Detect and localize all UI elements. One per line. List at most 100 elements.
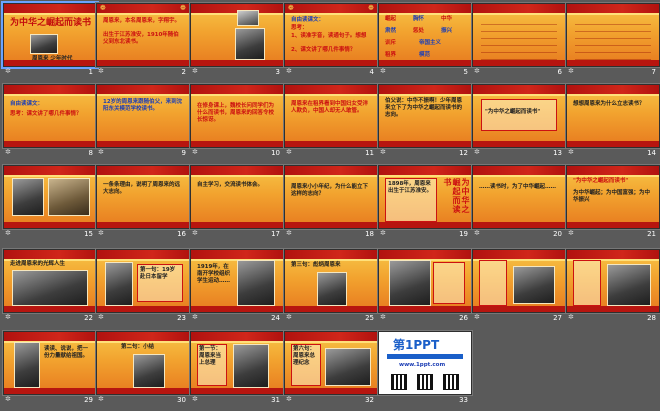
slide-thumbnail[interactable]: [472, 3, 566, 67]
slide-thumbnail[interactable]: 一条条理由，说明了周恩来的远大志向。: [96, 165, 190, 229]
slide-22[interactable]: 走进周恩来的光辉人生 ✲ 22: [3, 249, 99, 329]
star-icon: ✲: [380, 229, 386, 237]
slide-12[interactable]: 伯父说：中华不振啊！少年周恩来立下了为中华之崛起而读书的志向。 ✲ 12: [378, 84, 474, 164]
slide-thumbnail[interactable]: [472, 249, 566, 313]
slide-thumbnail[interactable]: 第二句：小结: [96, 331, 190, 395]
slide-thumbnail[interactable]: [378, 249, 472, 313]
slide-thumbnail[interactable]: 第一节：周恩来当上总理: [190, 331, 284, 395]
slide-13[interactable]: "为中华之崛起而读书" ✲ 13: [472, 84, 568, 164]
slide-thumbnail[interactable]: ❁ ❁ 周恩来，本名周恩来，字翔宇。 出生于江苏淮安，1910年随伯父到东北读书…: [96, 3, 190, 67]
slide-photo: [133, 354, 165, 388]
slide-top-band: [379, 166, 471, 177]
slide-15[interactable]: ✲ 15: [3, 165, 99, 245]
slide-17[interactable]: 自主学习，交流读书体会。 ✲ 17: [190, 165, 286, 245]
slide-32[interactable]: 第六句：周恩来总理纪念 ✲ 32: [284, 331, 380, 411]
slide-25[interactable]: 第三句：彪炳周恩来 ✲ 25: [284, 249, 380, 329]
slide-18[interactable]: 周恩来小小年纪，为什么能立下这样的志向？ ✲ 18: [284, 165, 380, 245]
slide-thumbnail[interactable]: 第1PPT www.1ppt.com: [378, 331, 472, 395]
slide-thumbnail[interactable]: [190, 3, 284, 67]
slide-30[interactable]: 第二句：小结 ✲ 30: [96, 331, 192, 411]
slide-text: 伯父说：中华不振啊！少年周恩来立下了为中华之崛起而读书的志向。: [385, 98, 463, 118]
slide-29[interactable]: 读读、说说，把一份力量献给祖国。 ✲ 29: [3, 331, 99, 411]
slide-text: 第一句：19岁赴日本留学: [140, 267, 176, 280]
slide-text: 读读、说说，把一份力量献给祖国。: [44, 346, 89, 359]
slide-number: 11: [365, 149, 374, 157]
slide-thumbnail[interactable]: 第一句：19岁赴日本留学: [96, 249, 190, 313]
slide-thumbnail[interactable]: 自主学习，交流读书体会。: [190, 165, 284, 229]
slide-7[interactable]: ✲ 7: [566, 3, 660, 83]
slide-thumbnail[interactable]: 1898年，周恩来出生于江苏淮安。 为中华之崛起而读书: [378, 165, 472, 229]
slide-thumbnail[interactable]: ……读书时，为了中华崛起……: [472, 165, 566, 229]
slide-1[interactable]: 为中华之崛起而读书 周恩来 少年时代 ✲ 1: [1, 1, 99, 83]
slide-top-band: [473, 85, 565, 96]
slide-text: 在修身课上，魏校长问同学们为什么而读书，周恩来的回答令校长惊讶。: [197, 103, 275, 123]
slide-top-band: [285, 250, 377, 261]
slide-top-band: [285, 85, 377, 96]
slide-thumbnail[interactable]: "为中华之崛起而读书": [472, 84, 566, 148]
slide-10[interactable]: 在修身课上，魏校长问同学们为什么而读书，周恩来的回答令校长惊讶。 ✲ 10: [190, 84, 286, 164]
slide-bottom-band: [285, 388, 377, 394]
slide-3[interactable]: ✲ 3: [190, 3, 286, 83]
slide-26[interactable]: ✲ 26: [378, 249, 474, 329]
slide-19[interactable]: 1898年，周恩来出生于江苏淮安。 为中华之崛起而读书 ✲ 19: [378, 165, 474, 245]
slide-4[interactable]: ❁ ❁ 自由读课文： 思考： 1、读准字音，读通句子。想想 2、课文讲了哪几件事…: [284, 3, 380, 83]
slide-thumbnail[interactable]: [3, 165, 97, 229]
slide-thumbnail[interactable]: ❁ ❁ 自由读课文： 思考： 1、读准字音，读通句子。想想 2、课文讲了哪几件事…: [284, 3, 378, 67]
slide-thumbnail[interactable]: 崛起 胸怀 中华 肃然 惩处 振兴 训斥 帝国主义 租界 模范: [378, 3, 472, 67]
slide-5[interactable]: 崛起 胸怀 中华 肃然 惩处 振兴 训斥 帝国主义 租界 模范 ✲ 5: [378, 3, 474, 83]
slide-thumbnail[interactable]: "为中华之崛起而读书" 为中华崛起；为中国富强；为中华振兴: [566, 165, 660, 229]
word-item: 胸怀: [413, 16, 425, 22]
slide-24[interactable]: 1919年，在南开学校组织学生运动…… ✲ 24: [190, 249, 286, 329]
slide-thumbnail[interactable]: [566, 3, 660, 67]
slide-thumbnail[interactable]: 周恩来小小年纪，为什么能立下这样的志向？: [284, 165, 378, 229]
slide-8[interactable]: 自由读课文： 思考：课文讲了哪几件事情？ ✲ 8: [3, 84, 99, 164]
slide-thumbnail[interactable]: 第六句：周恩来总理纪念: [284, 331, 378, 395]
slide-31[interactable]: 第一节：周恩来当上总理 ✲ 31: [190, 331, 286, 411]
slide-thumbnail[interactable]: 为中华之崛起而读书 周恩来 少年时代: [1, 1, 99, 69]
slide-thumbnail[interactable]: 1919年，在南开学校组织学生运动……: [190, 249, 284, 313]
slide-9[interactable]: 12岁的周恩来跟随伯父，来到沈阳东关模范学校读书。 ✲ 9: [96, 84, 192, 164]
slide-photo: [237, 260, 275, 306]
slide-number: 24: [271, 314, 280, 322]
slide-thumbnail[interactable]: 在修身课上，魏校长问同学们为什么而读书，周恩来的回答令校长惊讶。: [190, 84, 284, 148]
word-item: 惩处: [413, 28, 425, 34]
slide-thumbnail[interactable]: 自由读课文： 思考：课文讲了哪几件事情？: [3, 84, 97, 148]
slide-thumbnail[interactable]: 走进周恩来的光辉人生: [3, 249, 97, 313]
slide-bottom-band: [379, 222, 471, 228]
word-item: 租界: [385, 52, 397, 58]
slide-28[interactable]: ✲ 28: [566, 249, 660, 329]
slide-number: 25: [365, 314, 374, 322]
star-icon: ✲: [474, 229, 480, 237]
slide-top-band: [97, 250, 189, 261]
slide-text: 周恩来，本名周恩来，字翔宇。: [103, 18, 181, 24]
slide-thumbnail[interactable]: 周恩来在租界看到中国妇女受洋人欺负，中国人却无人敢管。: [284, 84, 378, 148]
slide-27[interactable]: ✲ 27: [472, 249, 568, 329]
text-box: [573, 260, 601, 306]
slide-thumbnail[interactable]: 想想周恩来为什么立志读书？: [566, 84, 660, 148]
slide-thumbnail[interactable]: 第三句：彪炳周恩来: [284, 249, 378, 313]
slide-6[interactable]: ✲ 6: [472, 3, 568, 83]
slide-thumbnail[interactable]: 伯父说：中华不振啊！少年周恩来立下了为中华之崛起而读书的志向。: [378, 84, 472, 148]
slide-20[interactable]: ……读书时，为了中华崛起…… ✲ 20: [472, 165, 568, 245]
slide-bottom-band: [567, 222, 659, 228]
slide-23[interactable]: 第一句：19岁赴日本留学 ✲ 23: [96, 249, 192, 329]
slide-thumbnail[interactable]: [566, 249, 660, 313]
slide-text: 一条条理由，说明了周恩来的远大志向。: [103, 182, 181, 195]
slide-bottom-band: [473, 222, 565, 228]
slide-11[interactable]: 周恩来在租界看到中国妇女受洋人欺负，中国人却无人敢管。 ✲ 11: [284, 84, 380, 164]
slide-text: www.1ppt.com: [399, 362, 446, 368]
slide-2[interactable]: ❁ ❁ 周恩来，本名周恩来，字翔宇。 出生于江苏淮安，1910年随伯父到东北读书…: [96, 3, 192, 83]
slide-14[interactable]: 想想周恩来为什么立志读书？ ✲ 14: [566, 84, 660, 164]
slide-photo: [325, 348, 371, 386]
slide-thumbnail[interactable]: 12岁的周恩来跟随伯父，来到沈阳东关模范学校读书。: [96, 84, 190, 148]
word-item: 肃然: [385, 28, 397, 34]
slide-16[interactable]: 一条条理由，说明了周恩来的远大志向。 ✲ 16: [96, 165, 192, 245]
slide-top-band: [285, 4, 377, 15]
slide-top-band: [473, 4, 565, 15]
slide-33[interactable]: 第1PPT www.1ppt.com 33: [378, 331, 474, 411]
lantern-icon: ❁: [368, 4, 374, 12]
slide-text: 第一节：周恩来当上总理: [199, 346, 222, 366]
slide-21[interactable]: "为中华之崛起而读书" 为中华崛起；为中国富强；为中华振兴 ✲ 21: [566, 165, 660, 245]
slide-thumbnail[interactable]: 读读、说说，把一份力量献给祖国。: [3, 331, 97, 395]
logo-bar: [387, 354, 463, 359]
